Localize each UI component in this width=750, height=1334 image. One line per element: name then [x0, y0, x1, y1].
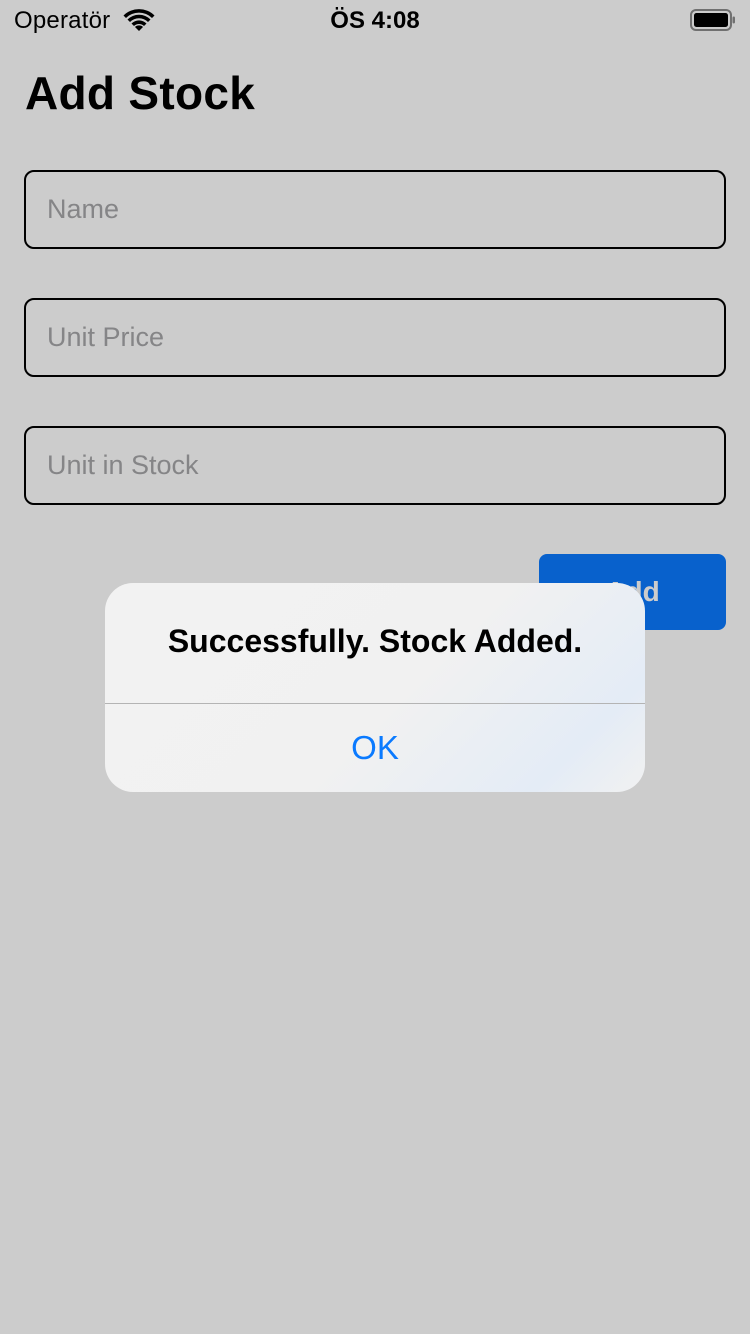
success-alert: Successfully. Stock Added. OK — [105, 583, 645, 792]
alert-ok-label: OK — [351, 729, 399, 766]
alert-message: Successfully. Stock Added. — [167, 623, 583, 659]
alert-ok-button[interactable]: OK — [105, 704, 645, 792]
